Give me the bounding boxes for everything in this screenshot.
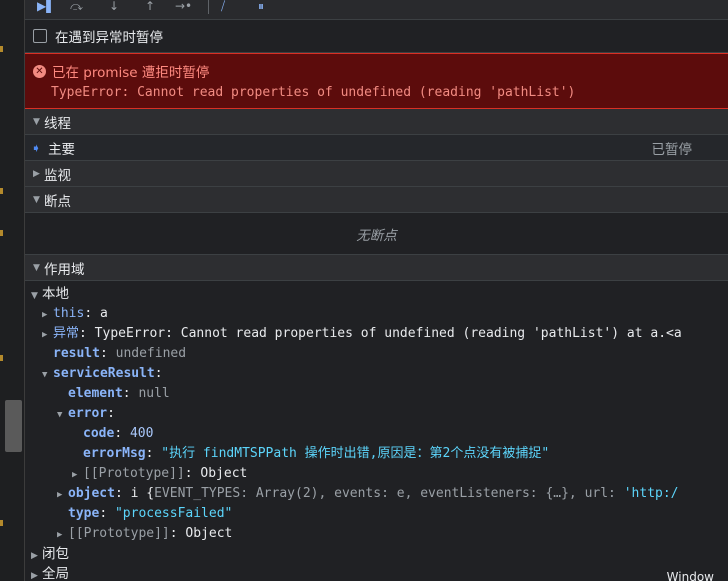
breakpoints-header-label: 断点 xyxy=(44,193,71,210)
prop-prototype[interactable]: ▶ [[Prototype]]: Object xyxy=(25,464,728,484)
watch-section-header[interactable]: ▶ 监视 xyxy=(25,161,728,187)
threads-section-header[interactable]: ▼ 线程 xyxy=(25,109,728,135)
prop-result[interactable]: result: undefined xyxy=(25,344,728,364)
prop-type[interactable]: type: "processFailed" xyxy=(25,504,728,524)
prop-value: i { xyxy=(130,486,155,501)
scope-header-label: 作用域 xyxy=(44,261,85,278)
no-breakpoints-message: 无断点 xyxy=(25,213,728,255)
prop-value: 400 xyxy=(129,426,154,441)
thread-main[interactable]: ➧ 主要 已暂停 xyxy=(25,135,728,161)
debugger-sidebar: ▶▌ ⤼ ↓ ↑ →• ⧸ ⏸ 在遇到异常时暂停 ✕ 已在 promise 遭拒时… xyxy=(25,0,728,581)
prop-value: undefined xyxy=(115,346,187,361)
prop-key: error xyxy=(68,406,108,421)
debug-toolbar: ▶▌ ⤼ ↓ ↑ →• ⧸ ⏸ xyxy=(25,0,728,20)
prop-value-url: 'http:/ xyxy=(623,486,679,501)
deactivate-breakpoints-icon[interactable]: ⧸ xyxy=(221,0,225,13)
prop-key: 异常 xyxy=(53,326,80,341)
step-into-icon[interactable]: ↓ xyxy=(109,0,119,13)
scope-global-value: Window xyxy=(666,570,714,581)
prop-value-summary: EVENT_TYPES: Array(2), events: e, eventL… xyxy=(154,486,624,501)
prop-value: Object xyxy=(185,526,233,541)
gutter-marker xyxy=(0,355,3,361)
prop-value: Object xyxy=(200,466,248,481)
pause-on-exceptions-row[interactable]: 在遇到异常时暂停 xyxy=(25,20,728,53)
scope-section-header[interactable]: ▼ 作用域 xyxy=(25,255,728,281)
current-thread-arrow-icon: ➧ xyxy=(31,140,42,155)
threads-header-label: 线程 xyxy=(44,115,71,132)
watch-header-label: 监视 xyxy=(44,167,71,184)
prop-error-msg[interactable]: errorMsg: "执行 findMTSPPath 操作时出错,原因是：第2个… xyxy=(25,444,728,464)
prop-key: [[Prototype]] xyxy=(83,466,185,481)
prop-error[interactable]: ▼ error: xyxy=(25,404,728,424)
pause-on-exceptions-label: 在遇到异常时暂停 xyxy=(55,30,163,46)
scope-global[interactable]: ▶ 全局 xyxy=(25,564,728,581)
scope-local-label: 本地 xyxy=(42,286,69,302)
resume-icon[interactable]: ▶▌ xyxy=(37,0,55,13)
error-icon: ✕ xyxy=(33,64,46,78)
expanded-triangle-icon: ▼ xyxy=(33,194,40,205)
collapsed-triangle-icon: ▶ xyxy=(57,490,63,500)
prop-key: [[Prototype]] xyxy=(68,526,170,541)
prop-this[interactable]: ▶ this: a xyxy=(25,304,728,324)
expanded-triangle-icon: ▼ xyxy=(42,370,48,380)
collapsed-triangle-icon: ▶ xyxy=(31,571,38,581)
prop-value: "processFailed" xyxy=(114,506,233,521)
prop-prototype[interactable]: ▶ [[Prototype]]: Object xyxy=(25,524,728,544)
pause-on-exceptions-checkbox[interactable] xyxy=(33,29,47,43)
prop-key: type xyxy=(68,506,100,521)
toolbar-divider xyxy=(208,0,209,14)
collapsed-triangle-icon: ▶ xyxy=(33,168,40,179)
gutter-marker xyxy=(0,230,3,236)
expanded-triangle-icon: ▼ xyxy=(31,291,38,301)
collapsed-triangle-icon: ▶ xyxy=(31,551,38,561)
breakpoints-section-header[interactable]: ▼ 断点 xyxy=(25,187,728,213)
prop-element[interactable]: element: null xyxy=(25,384,728,404)
prop-object[interactable]: ▶ object: i {EVENT_TYPES: Array(2), event… xyxy=(25,484,728,504)
scrollbar-thumb[interactable] xyxy=(5,400,22,452)
thread-main-label: 主要 xyxy=(48,141,76,158)
prop-key: this xyxy=(53,306,85,321)
error-message: TypeError: Cannot read properties of und… xyxy=(51,85,576,100)
prop-value: "执行 findMTSPPath 操作时出错,原因是：第2个点没有被捕捉" xyxy=(161,446,550,461)
prop-key: result xyxy=(53,346,100,361)
prop-code[interactable]: code: 400 xyxy=(25,424,728,444)
scope-closure-label: 闭包 xyxy=(42,546,69,562)
expanded-triangle-icon: ▼ xyxy=(33,116,40,127)
prop-value: null xyxy=(138,386,170,401)
scope-tree: ▼ 本地 ▶ this: a ▶ 异常: TypeError: Cannot read… xyxy=(25,281,728,581)
expanded-triangle-icon: ▼ xyxy=(33,262,40,273)
prop-service-result[interactable]: ▼ serviceResult: xyxy=(25,364,728,384)
gutter-marker xyxy=(0,188,3,194)
prop-key: serviceResult xyxy=(53,366,155,381)
expanded-triangle-icon: ▼ xyxy=(57,410,63,420)
prop-key: code xyxy=(83,426,115,441)
prop-key: element xyxy=(68,386,123,401)
collapsed-triangle-icon: ▶ xyxy=(42,310,48,320)
pause-on-exceptions-icon[interactable]: ⏸ xyxy=(258,0,264,13)
step-over-icon[interactable]: ⤼ xyxy=(70,0,83,13)
prop-exception[interactable]: ▶ 异常: TypeError: Cannot read properties o… xyxy=(25,324,728,344)
scope-global-label: 全局 xyxy=(42,566,69,581)
collapsed-triangle-icon: ▶ xyxy=(57,530,63,540)
paused-error-banner: ✕ 已在 promise 遭拒时暂停 TypeError: Cannot read… xyxy=(25,53,728,109)
prop-key: object xyxy=(68,486,115,501)
prop-value: TypeError: Cannot read properties of und… xyxy=(94,326,682,341)
step-icon[interactable]: →• xyxy=(175,0,192,13)
scope-closure[interactable]: ▶ 闭包 xyxy=(25,544,728,564)
error-title: 已在 promise 遭拒时暂停 xyxy=(52,65,210,81)
step-out-icon[interactable]: ↑ xyxy=(145,0,155,13)
collapsed-triangle-icon: ▶ xyxy=(42,330,48,340)
prop-key: errorMsg xyxy=(83,446,146,461)
gutter-marker xyxy=(0,46,3,52)
collapsed-triangle-icon: ▶ xyxy=(72,470,78,480)
editor-gutter xyxy=(0,0,25,581)
scope-local[interactable]: ▼ 本地 xyxy=(25,284,728,304)
gutter-marker xyxy=(0,520,3,526)
prop-value: a xyxy=(99,306,108,321)
thread-status: 已暂停 xyxy=(651,141,693,158)
